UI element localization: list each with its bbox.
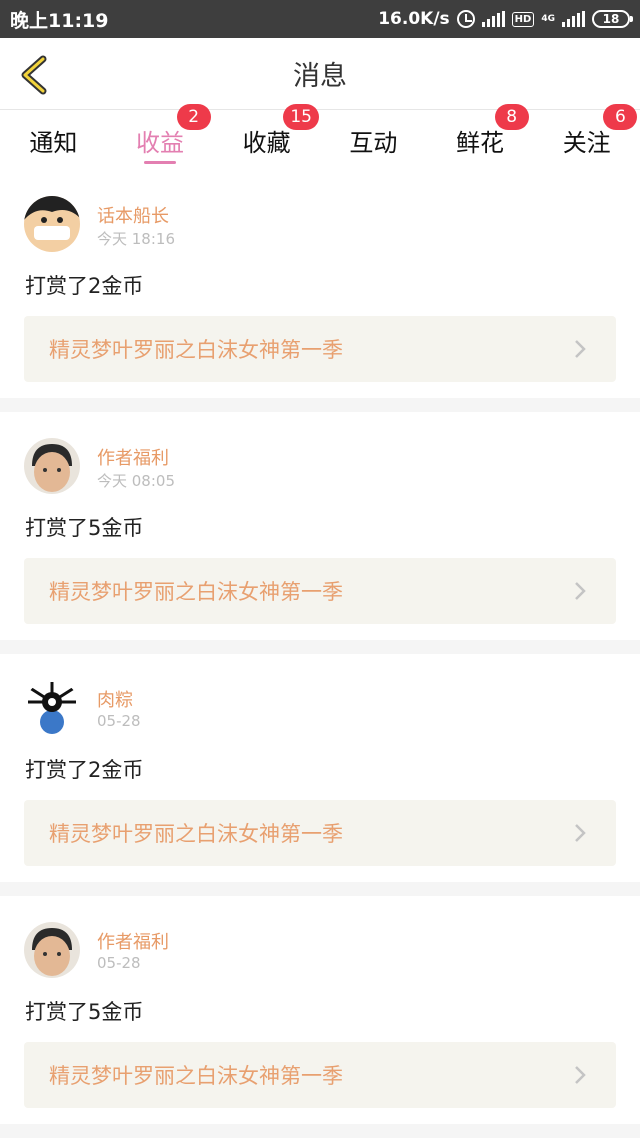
avatar[interactable] <box>24 438 80 494</box>
timestamp: 05-28 <box>97 954 141 972</box>
status-time: 晚上11:19 <box>10 9 109 32</box>
unread-badge: 6 <box>603 104 638 130</box>
tab-interactions[interactable]: 互动 <box>320 110 427 170</box>
battery-icon: 18 <box>592 10 633 28</box>
avatar-image <box>24 680 80 736</box>
unread-badge: 8 <box>494 104 529 130</box>
avatar-image <box>24 922 80 978</box>
book-link[interactable]: 精灵梦叶罗丽之白沫女神第一季 <box>24 316 616 382</box>
book-title: 精灵梦叶罗丽之白沫女神第一季 <box>49 1064 343 1088</box>
signal-icon-2 <box>562 11 585 27</box>
tab-bar: 通知 收益 2 收藏 15 互动 鲜花 8 关注 6 <box>0 104 640 170</box>
book-title: 精灵梦叶罗丽之白沫女神第一季 <box>49 338 343 362</box>
avatar[interactable] <box>24 922 80 978</box>
timestamp: 05-28 <box>97 712 141 730</box>
message-card: 作者福利 今天 08:05 打赏了5金币 精灵梦叶罗丽之白沫女神第一季 <box>0 412 640 640</box>
network-type-icon: 4G <box>541 13 555 24</box>
timestamp: 今天 08:05 <box>97 472 175 490</box>
message-card: 肉粽 05-28 打赏了2金币 精灵梦叶罗丽之白沫女神第一季 <box>0 654 640 882</box>
status-indicators: 16.0K/s HD 4G 18 <box>378 9 633 29</box>
book-title: 精灵梦叶罗丽之白沫女神第一季 <box>49 822 343 846</box>
unread-badge: 15 <box>283 104 319 130</box>
message-card: 作者福利 05-28 打赏了5金币 精灵梦叶罗丽之白沫女神第一季 <box>0 896 640 1124</box>
tab-label: 收藏 <box>242 128 291 157</box>
unread-badge: 2 <box>176 104 211 130</box>
status-bar: 晚上11:19 16.0K/s HD 4G 18 <box>0 0 640 38</box>
hd-badge: HD <box>511 11 535 27</box>
avatar-image <box>24 196 80 252</box>
avatar[interactable] <box>24 196 80 252</box>
message-text: 打赏了5金币 <box>25 1000 144 1024</box>
user-name[interactable]: 作者福利 <box>97 928 169 954</box>
message-list: 话本船长 今天 18:16 打赏了2金币 精灵梦叶罗丽之白沫女神第一季 作者福利… <box>0 170 640 1138</box>
user-name[interactable]: 作者福利 <box>97 444 169 470</box>
message-text: 打赏了2金币 <box>25 758 144 782</box>
active-tab-indicator <box>144 161 176 164</box>
book-link[interactable]: 精灵梦叶罗丽之白沫女神第一季 <box>24 800 616 866</box>
tab-notifications[interactable]: 通知 <box>0 110 107 170</box>
tab-label: 关注 <box>562 128 611 157</box>
tab-flowers[interactable]: 鲜花 8 <box>427 104 534 170</box>
tab-label: 互动 <box>349 128 398 157</box>
book-link[interactable]: 精灵梦叶罗丽之白沫女神第一季 <box>24 1042 616 1108</box>
header: 消息 <box>0 38 640 110</box>
book-title: 精灵梦叶罗丽之白沫女神第一季 <box>49 580 343 604</box>
alarm-icon <box>456 10 475 28</box>
chevron-right-icon <box>570 1065 590 1085</box>
network-speed: 16.0K/s <box>378 9 450 29</box>
book-link[interactable]: 精灵梦叶罗丽之白沫女神第一季 <box>24 558 616 624</box>
tab-earnings[interactable]: 收益 2 <box>107 104 214 170</box>
back-button[interactable] <box>14 52 54 98</box>
timestamp: 今天 18:16 <box>97 230 175 248</box>
avatar-image <box>24 438 80 494</box>
message-card: 话本船长 今天 18:16 打赏了2金币 精灵梦叶罗丽之白沫女神第一季 <box>0 170 640 398</box>
message-text: 打赏了5金币 <box>25 516 144 540</box>
chevron-left-icon <box>21 55 47 95</box>
tab-label: 通知 <box>29 128 78 157</box>
tab-label: 鲜花 <box>456 128 505 157</box>
chevron-right-icon <box>570 581 590 601</box>
page-title: 消息 <box>293 61 347 92</box>
tab-follows[interactable]: 关注 6 <box>533 104 640 170</box>
avatar[interactable] <box>24 680 80 736</box>
chevron-right-icon <box>570 823 590 843</box>
tab-favorites[interactable]: 收藏 15 <box>213 104 320 170</box>
signal-icon <box>481 11 505 27</box>
chevron-right-icon <box>570 339 590 359</box>
tab-label: 收益 <box>136 128 184 157</box>
user-name[interactable]: 肉粽 <box>97 686 133 712</box>
user-name[interactable]: 话本船长 <box>97 202 169 228</box>
message-text: 打赏了2金币 <box>25 274 144 298</box>
